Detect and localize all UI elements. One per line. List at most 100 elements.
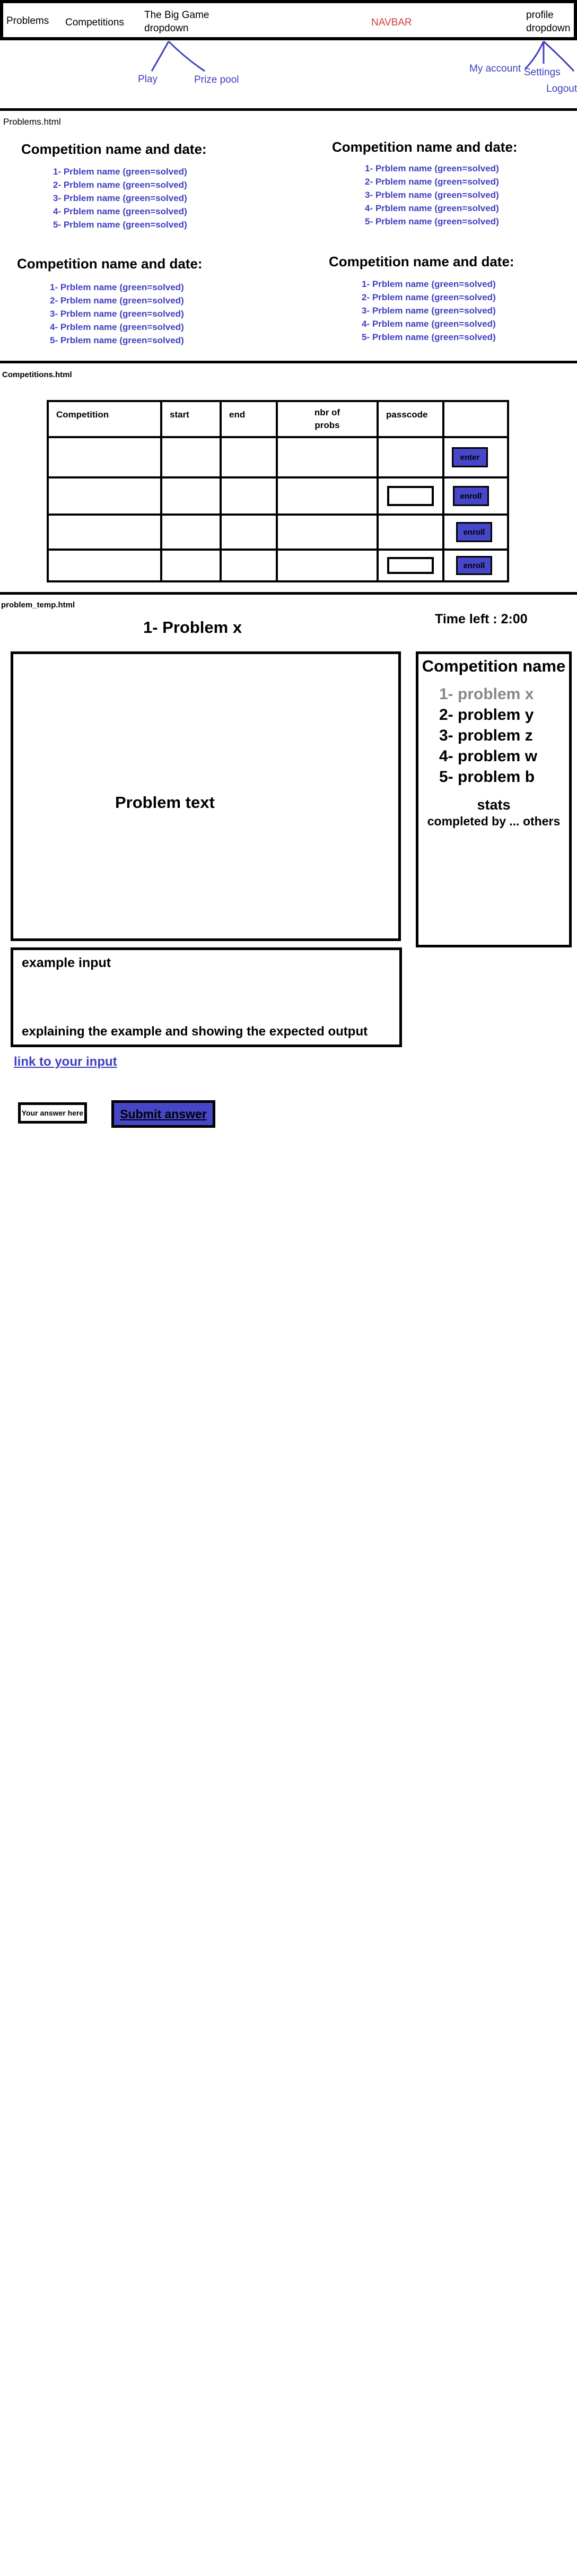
section-divider: [0, 361, 577, 363]
column-header: [442, 400, 509, 438]
passcode-input[interactable]: [387, 486, 434, 506]
dropdown-my-account-item[interactable]: My account: [469, 63, 521, 75]
problem-text: Problem text: [115, 793, 215, 812]
navbar-right-border: [574, 0, 577, 40]
nav-profile-dropdown[interactable]: profile dropdown: [526, 8, 570, 35]
sidebar-problem-link[interactable]: 2- problem y: [439, 704, 569, 725]
table-row: enroll: [47, 514, 509, 551]
column-header: nbr of probs: [276, 400, 379, 438]
dropdown-play-item[interactable]: Play: [138, 74, 158, 85]
nav-big-game-dropdown[interactable]: The Big Game dropdown: [144, 8, 209, 35]
passcode-input[interactable]: [387, 557, 434, 574]
problem-list: 1- Prblem name (green=solved) 2- Prblem …: [365, 162, 518, 228]
section-divider: [0, 592, 577, 595]
problem-link[interactable]: 2- Prblem name (green=solved): [50, 294, 203, 307]
competition-card: Competition name and date: 1- Prblem nam…: [21, 141, 207, 231]
problem-link[interactable]: 2- Prblem name (green=solved): [362, 291, 514, 304]
navbar-label: NAVBAR: [371, 17, 412, 28]
table-cell: [276, 436, 379, 478]
problem-link[interactable]: 5- Prblem name (green=solved): [362, 330, 514, 344]
column-header: Competition: [47, 400, 162, 438]
problem-link[interactable]: 5- Prblem name (green=solved): [365, 215, 518, 228]
enroll-button[interactable]: enroll: [453, 486, 489, 506]
table-cell: enroll: [442, 549, 509, 582]
problem-link[interactable]: 4- Prblem name (green=solved): [362, 317, 514, 330]
problem-link[interactable]: 4- Prblem name (green=solved): [365, 202, 518, 215]
sidebar-problem-link[interactable]: 5- problem b: [439, 767, 569, 787]
table-cell: [47, 514, 162, 551]
problem-link[interactable]: 1- Prblem name (green=solved): [50, 281, 203, 294]
problem-page-label: problem_temp.html: [1, 601, 75, 610]
problem-link[interactable]: 5- Prblem name (green=solved): [50, 334, 203, 347]
competition-card: Competition name and date: 1- Prblem nam…: [329, 254, 514, 344]
problem-link[interactable]: 3- Prblem name (green=solved): [362, 304, 514, 317]
column-header: passcode: [377, 400, 444, 438]
table-cell: [220, 436, 278, 478]
problem-link[interactable]: 1- Prblem name (green=solved): [362, 277, 514, 291]
competition-title: Competition name and date:: [21, 141, 207, 157]
example-explanation: explaining the example and showing the e…: [22, 1024, 368, 1039]
table-cell: [47, 476, 162, 516]
problem-link[interactable]: 2- Prblem name (green=solved): [365, 175, 518, 188]
sidebar-problem-link[interactable]: 4- problem w: [439, 746, 569, 767]
table-cell: [220, 549, 278, 582]
submit-answer-button[interactable]: Submit answer: [111, 1100, 215, 1128]
table-cell: [276, 549, 379, 582]
sidebar-competition-name: Competition name: [422, 657, 566, 675]
table-cell: enroll: [442, 476, 509, 516]
sidebar-problem-list: 1- problem x 2- problem y 3- problem z 4…: [439, 684, 569, 787]
table-cell: [160, 549, 222, 582]
problem-list: 1- Prblem name (green=solved) 2- Prblem …: [50, 281, 203, 347]
table-cell: [47, 436, 162, 478]
nav-problems-link[interactable]: Problems: [6, 15, 49, 27]
problems-page-label: Problems.html: [3, 117, 61, 127]
table-cell: [160, 476, 222, 516]
competitions-page-label: Competitions.html: [2, 370, 72, 379]
problem-link[interactable]: 3- Prblem name (green=solved): [50, 307, 203, 320]
nav-competitions-link[interactable]: Competitions: [65, 17, 124, 29]
problem-link[interactable]: 5- Prblem name (green=solved): [53, 218, 207, 231]
table-cell: [377, 476, 444, 516]
problem-link[interactable]: 4- Prblem name (green=solved): [50, 320, 203, 334]
competition-card: Competition name and date: 1- Prblem nam…: [332, 139, 518, 228]
problem-link[interactable]: 3- Prblem name (green=solved): [53, 192, 207, 205]
sidebar-problem-link[interactable]: 3- problem z: [439, 725, 569, 746]
competitions-table: Competition start end nbr of probs passc…: [47, 400, 509, 582]
competition-title: Competition name and date:: [332, 139, 518, 155]
problem-link[interactable]: 3- Prblem name (green=solved): [365, 188, 518, 202]
table-cell: [377, 514, 444, 551]
table-cell: [276, 476, 379, 516]
problem-title: 1- Problem x: [143, 618, 242, 637]
dropdown-settings-item[interactable]: Settings: [524, 67, 561, 79]
table-cell: [47, 549, 162, 582]
stats-text: completed by ... others: [427, 814, 561, 828]
answer-input[interactable]: Your answer here: [18, 1102, 87, 1124]
sidebar-problem-current[interactable]: 1- problem x: [439, 684, 569, 704]
problem-link[interactable]: 1- Prblem name (green=solved): [365, 162, 518, 175]
navbar-left-border: [0, 0, 3, 40]
competition-sidebar: Competition name 1- problem x 2- problem…: [416, 651, 572, 947]
column-header: start: [160, 400, 222, 438]
table-cell: [276, 514, 379, 551]
table-cell: [220, 476, 278, 516]
section-divider: [0, 108, 577, 111]
column-header: end: [220, 400, 278, 438]
problem-text-box: Problem text: [11, 651, 401, 941]
problem-link[interactable]: 2- Prblem name (green=solved): [53, 178, 207, 192]
table-cell: [377, 436, 444, 478]
input-link[interactable]: link to your input: [14, 1055, 117, 1069]
example-input-label: example input: [22, 955, 111, 970]
problem-link[interactable]: 4- Prblem name (green=solved): [53, 205, 207, 218]
navbar-top-border: [0, 0, 577, 3]
enroll-button[interactable]: enroll: [456, 522, 492, 542]
problem-link[interactable]: 1- Prblem name (green=solved): [53, 165, 207, 178]
table-cell: [377, 549, 444, 582]
example-box: example input explaining the example and…: [11, 947, 402, 1047]
dropdown-logout-item[interactable]: Logout: [546, 83, 577, 95]
competition-title: Competition name and date:: [329, 254, 514, 269]
table-header-row: Competition start end nbr of probs passc…: [47, 400, 509, 438]
enroll-button[interactable]: enroll: [456, 556, 492, 575]
enter-button[interactable]: enter: [452, 447, 488, 467]
table-cell: [220, 514, 278, 551]
dropdown-prize-pool-item[interactable]: Prize pool: [194, 74, 239, 86]
